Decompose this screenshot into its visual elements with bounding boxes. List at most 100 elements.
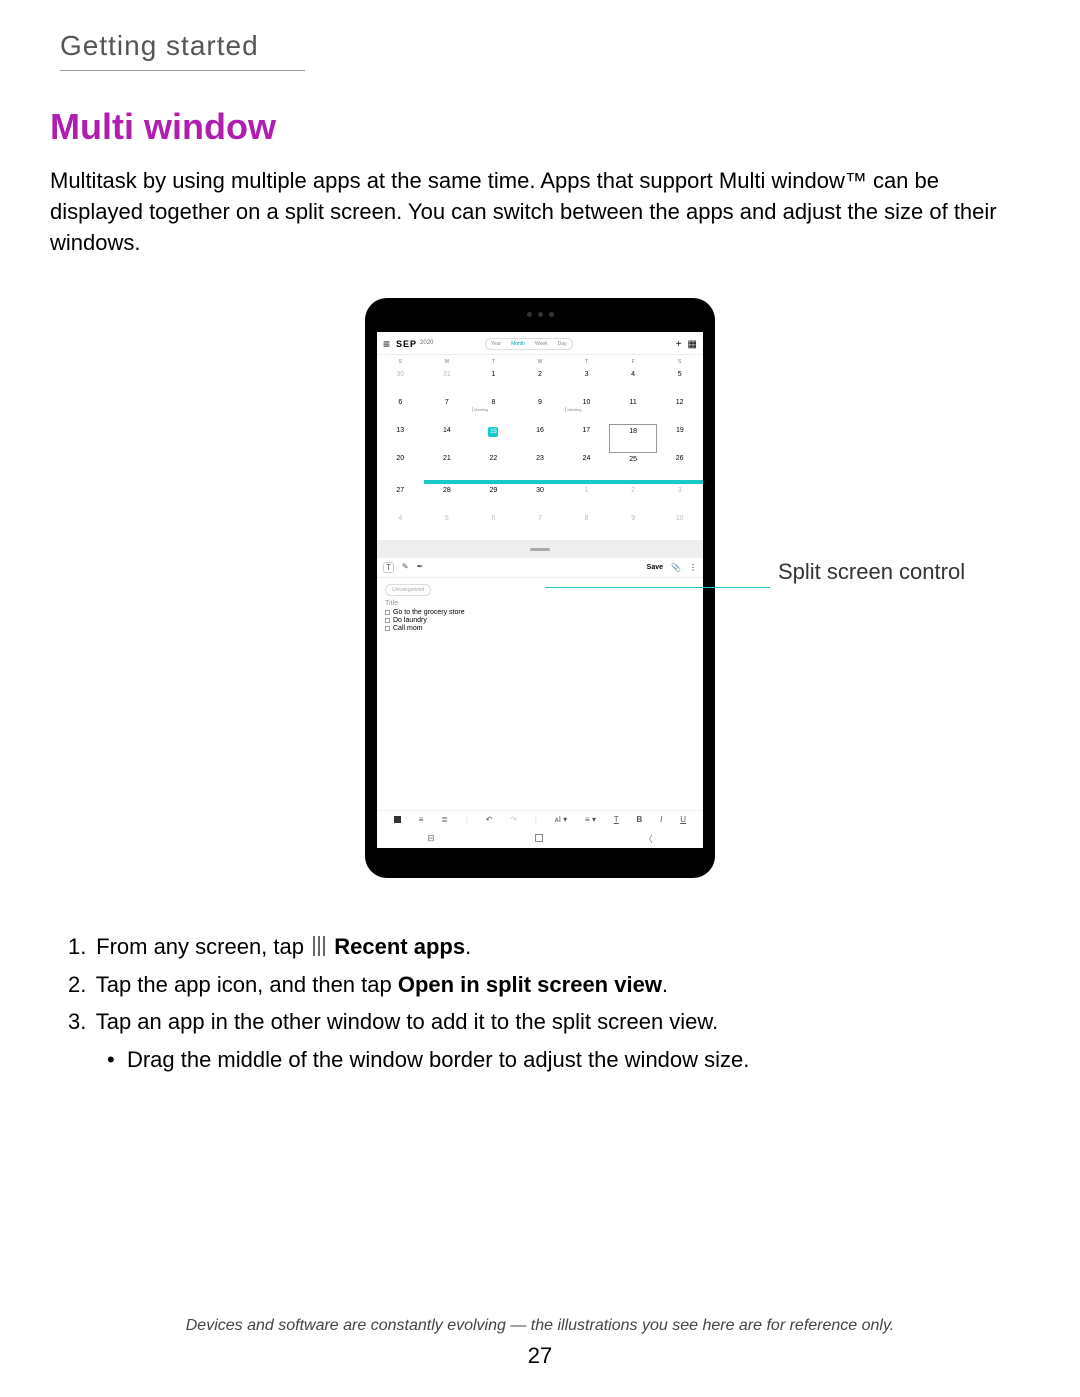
checklist-item[interactable]: Do laundry <box>385 617 703 624</box>
calendar-cell[interactable]: 29 <box>470 484 517 512</box>
tablet-screen: ≡ SEP 2020 Year Month Week Day + ▦ S <box>377 332 703 848</box>
recent-apps-icon <box>313 936 325 956</box>
calendar-cell[interactable]: 9 <box>517 396 564 424</box>
divider: | <box>466 815 468 824</box>
more-icon[interactable]: ⋮ <box>689 563 697 572</box>
view-month[interactable]: Month <box>506 339 530 349</box>
text-tool-icon[interactable]: T <box>383 562 394 573</box>
view-toggle[interactable]: Year Month Week Day <box>485 338 573 350</box>
calendar-cell[interactable]: 30 <box>377 368 424 396</box>
nav-bar: ⊟ 〈 <box>377 828 703 848</box>
calendar-cell[interactable]: 10 <box>656 512 703 540</box>
step-3-text: Tap an app in the other window to add it… <box>96 1009 719 1034</box>
align-icon[interactable]: ≡ ▾ <box>585 815 596 824</box>
calendar-cell[interactable]: 2 <box>610 484 657 512</box>
calendar-cell[interactable]: 7 <box>517 512 564 540</box>
home-nav-icon[interactable] <box>535 834 543 842</box>
calendar-cell[interactable]: 9 <box>610 512 657 540</box>
calendar-cell[interactable]: 6 <box>377 396 424 424</box>
calendar-cell[interactable]: 23 <box>517 452 564 480</box>
tablet-camera <box>513 312 567 318</box>
calendar-cell[interactable]: 8 <box>563 512 610 540</box>
underline-icon[interactable]: U <box>680 815 686 824</box>
undo-icon[interactable]: ↶ <box>486 815 493 824</box>
calendar-cell[interactable]: 11 <box>610 396 657 424</box>
page-number: 27 <box>0 1343 1080 1369</box>
calendar-cell[interactable]: 15 <box>470 424 517 452</box>
step-2: 2. Tap the app icon, and then tap Open i… <box>68 966 1030 1003</box>
redo-icon[interactable]: ↷ <box>510 815 517 824</box>
calendar-cell[interactable]: 22 <box>470 452 517 480</box>
calendar-day-header: T <box>470 355 517 368</box>
menu-icon[interactable]: ≡ <box>383 337 390 351</box>
calendar-cell[interactable]: 20 <box>377 452 424 480</box>
checkbox-tool-icon[interactable] <box>394 816 401 823</box>
split-divider[interactable] <box>377 540 703 558</box>
view-week[interactable]: Week <box>530 339 553 349</box>
tablet-frame: ≡ SEP 2020 Year Month Week Day + ▦ S <box>365 298 715 878</box>
calendar-cell[interactable]: 26 <box>656 452 703 480</box>
step-2-prefix: Tap the app icon, and then tap <box>96 972 398 997</box>
checkbox-icon[interactable] <box>385 610 390 615</box>
brush-tool-icon[interactable]: ✒ <box>417 562 424 573</box>
bold-icon[interactable]: B <box>637 815 643 824</box>
calendar-cell[interactable]: 1 <box>470 368 517 396</box>
calendar-year: 2020 <box>420 340 433 346</box>
category-chip[interactable]: Uncategorized <box>385 584 431 596</box>
calendar-cell[interactable]: 30 <box>517 484 564 512</box>
calendar-cell[interactable]: 5 <box>424 512 471 540</box>
checklist-item[interactable]: Go to the grocery store <box>385 609 703 616</box>
italic-icon[interactable]: I <box>660 815 662 824</box>
attach-icon[interactable]: 📎 <box>671 563 681 572</box>
back-nav-icon[interactable]: 〈 <box>644 832 653 845</box>
calendar-cell[interactable]: 10Meeting <box>563 396 610 424</box>
calendar-cell[interactable]: 12 <box>656 396 703 424</box>
format-toolbar: ≡ ≣ | ↶ ↷ | ᴀI ▾ ≡ ▾ T B I U <box>377 810 703 828</box>
disclaimer: Devices and software are constantly evol… <box>0 1317 1080 1335</box>
calendar-cell[interactable]: 21 <box>424 452 471 480</box>
save-button[interactable]: Save <box>647 564 663 571</box>
bullets-icon[interactable]: ≣ <box>441 815 448 824</box>
checkbox-icon[interactable] <box>385 618 390 623</box>
notes-title-field[interactable]: Title <box>385 600 703 607</box>
calendar-cell[interactable]: 24 <box>563 452 610 480</box>
notes-checklist: Go to the grocery storeDo laundryCall mo… <box>385 609 703 632</box>
calendar-cell[interactable]: 17 <box>563 424 610 452</box>
checklist-item[interactable]: Call mom <box>385 625 703 632</box>
calendar-cell[interactable]: 13 <box>377 424 424 452</box>
calendar-cell[interactable]: 4 <box>610 368 657 396</box>
recents-nav-icon[interactable]: ⊟ <box>427 833 435 844</box>
calendar-cell[interactable]: 27 <box>377 484 424 512</box>
pen-tool-icon[interactable]: ✎ <box>402 562 409 573</box>
calendar-cell[interactable]: 3 <box>563 368 610 396</box>
calendar-cell[interactable]: 7 <box>424 396 471 424</box>
calendar-cell[interactable]: 2 <box>517 368 564 396</box>
calendar-cell[interactable]: 4 <box>377 512 424 540</box>
calendar-day-header: W <box>517 355 564 368</box>
view-day[interactable]: Day <box>553 339 572 349</box>
calendar-cell[interactable]: 3 <box>656 484 703 512</box>
today-icon[interactable]: ▦ <box>688 339 697 350</box>
calendar-cell[interactable]: 28 <box>424 484 471 512</box>
plus-icon[interactable]: + <box>676 339 682 350</box>
step-1: 1. From any screen, tap Recent apps. <box>68 928 1030 965</box>
textcolor-icon[interactable]: T <box>614 815 619 824</box>
checkbox-icon[interactable] <box>385 626 390 631</box>
calendar-cell[interactable]: 14 <box>424 424 471 452</box>
calendar-cell[interactable]: 5 <box>656 368 703 396</box>
calendar-cell[interactable]: 1 <box>563 484 610 512</box>
view-year[interactable]: Year <box>486 339 506 349</box>
calendar-cell[interactable]: 31 <box>424 368 471 396</box>
calendar-cell[interactable]: 8Meeting <box>470 396 517 424</box>
checklist-item-label: Go to the grocery store <box>393 609 465 616</box>
calendar-day-header: S <box>656 355 703 368</box>
splitter-handle-icon[interactable] <box>530 548 550 551</box>
list-icon[interactable]: ≡ <box>419 815 424 824</box>
calendar-cell[interactable]: 18 <box>610 424 657 452</box>
calendar-cell[interactable]: 19 <box>656 424 703 452</box>
calendar-cell[interactable]: 16 <box>517 424 564 452</box>
fontsize-icon[interactable]: ᴀI ▾ <box>555 815 567 824</box>
calendar-cell[interactable]: 6 <box>470 512 517 540</box>
figure-container: ≡ SEP 2020 Year Month Week Day + ▦ S <box>50 298 1030 878</box>
calendar-cell[interactable]: 25 <box>610 452 657 480</box>
